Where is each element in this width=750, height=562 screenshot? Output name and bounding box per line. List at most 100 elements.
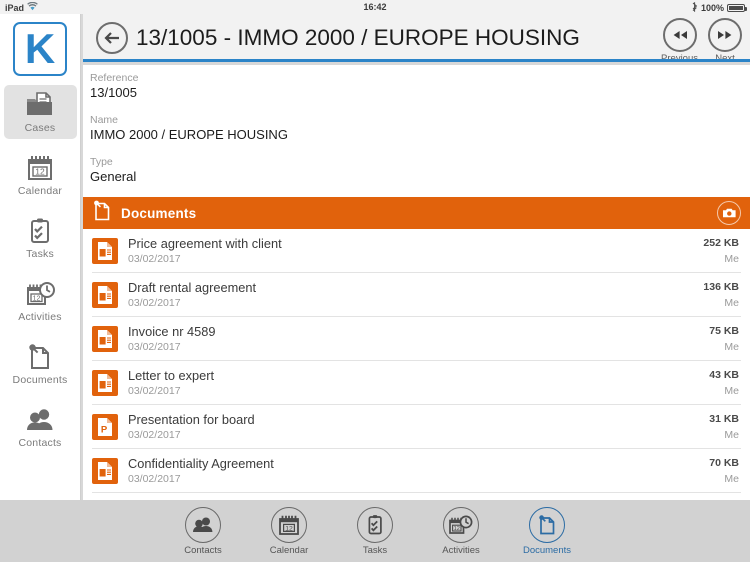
document-meta: 75 KB Me [709, 323, 741, 355]
document-title: Letter to expert [128, 367, 215, 383]
sidebar-item-label: Documents [12, 374, 68, 386]
document-title: Confidentiality Agreement [128, 455, 274, 471]
document-owner: Me [724, 384, 739, 397]
document-row[interactable]: Confidentiality Agreement 03/02/2017 70 … [92, 449, 741, 493]
document-texts: Invoice nr 4589 03/02/2017 [128, 323, 709, 355]
sidebar-item-label: Activities [18, 311, 62, 323]
camera-icon[interactable] [717, 201, 741, 225]
svg-text:12: 12 [285, 525, 293, 532]
word-document-icon [92, 236, 118, 266]
tab-label: Activities [442, 544, 480, 556]
battery-full-icon [727, 4, 747, 12]
field-value: General [90, 169, 137, 184]
field-value: IMMO 2000 / EUROPE HOUSING [90, 127, 288, 142]
clipboard-check-icon [357, 506, 393, 543]
field-type: Type General [90, 155, 750, 185]
tab-label: Documents [522, 544, 572, 556]
word-document-icon [92, 456, 118, 486]
document-owner: Me [724, 472, 739, 485]
document-meta: 31 KB Me [709, 411, 741, 443]
document-owner: Me [724, 252, 739, 265]
app-logo-wrap: K [0, 14, 80, 76]
bottom-tab-bar: Contacts 12 Calendar Tasks 12 Activities… [0, 500, 750, 562]
app-logo: K [13, 22, 67, 76]
tab-label: Calendar [269, 544, 309, 556]
people-icon [185, 506, 221, 543]
word-document-icon [92, 324, 118, 354]
left-sidebar: K Cases 12 Calendar Tasks 12 Activities … [0, 14, 81, 520]
document-row[interactable]: Letter to expert 03/02/2017 43 KB Me [92, 361, 741, 405]
nav-right-buttons: Previous Next [661, 18, 742, 64]
powerpoint-document-icon: P [92, 412, 118, 442]
tab-calendar[interactable]: 12 Calendar [259, 506, 319, 556]
document-date: 03/02/2017 [128, 340, 181, 353]
document-title: Invoice nr 4589 [128, 323, 216, 339]
document-size: 31 KB [709, 412, 739, 425]
people-icon [24, 406, 56, 434]
document-meta: 252 KB Me [703, 235, 741, 267]
document-meta: 43 KB Me [709, 367, 741, 399]
document-owner: Me [724, 340, 739, 353]
status-bar-clock: 16:42 [363, 2, 387, 12]
calendar-12-icon: 12 [24, 154, 56, 182]
document-title: Price agreement with client [128, 235, 282, 251]
arrow-left-circle-icon[interactable] [96, 22, 128, 54]
sidebar-item-calendar[interactable]: 12 Calendar [4, 148, 77, 202]
document-owner: Me [724, 296, 739, 309]
document-date: 03/02/2017 [128, 296, 181, 309]
section-title: Documents [121, 205, 197, 221]
word-document-icon [92, 368, 118, 398]
status-bar-right: 100% [692, 2, 747, 14]
previous-label: Previous [661, 53, 698, 64]
document-date: 03/02/2017 [128, 384, 181, 397]
document-row[interactable]: P Presentation for board 03/02/2017 31 K… [92, 405, 741, 449]
document-title: Presentation for board [128, 411, 255, 427]
battery-percent: 100% [700, 3, 724, 13]
document-date: 03/02/2017 [128, 428, 181, 441]
document-meta: 70 KB Me [709, 455, 741, 487]
sidebar-item-activities[interactable]: 12 Activities [4, 274, 77, 328]
tab-activities[interactable]: 12 Activities [431, 506, 491, 556]
document-pin-icon [24, 343, 56, 371]
case-detail-content: Reference 13/1005 Name IMMO 2000 / EUROP… [83, 65, 750, 562]
fast-forward-icon [708, 18, 742, 52]
field-name: Name IMMO 2000 / EUROPE HOUSING [90, 113, 750, 143]
sidebar-item-tasks[interactable]: Tasks [4, 211, 77, 265]
tab-tasks[interactable]: Tasks [345, 506, 405, 556]
document-title: Draft rental agreement [128, 279, 257, 295]
next-button[interactable]: Next [708, 18, 742, 64]
field-label: Reference [90, 72, 139, 84]
next-label: Next [715, 53, 735, 64]
field-label: Type [90, 156, 113, 168]
field-value: 13/1005 [90, 85, 137, 100]
previous-button[interactable]: Previous [661, 18, 698, 64]
app-root: iPad 16:42 100% K Cases 12 Calendar Task… [0, 0, 750, 562]
document-row[interactable]: Draft rental agreement 03/02/2017 136 KB… [92, 273, 741, 317]
svg-text:12: 12 [33, 295, 41, 302]
document-row[interactable]: Invoice nr 4589 03/02/2017 75 KB Me [92, 317, 741, 361]
document-size: 136 KB [703, 280, 739, 293]
sidebar-item-documents[interactable]: Documents [4, 337, 77, 391]
sidebar-item-cases[interactable]: Cases [3, 85, 77, 139]
navigation-bar: 13/1005 - IMMO 2000 / EUROPE HOUSING Pre… [83, 14, 750, 64]
tab-label: Contacts [184, 544, 222, 556]
page-title: 13/1005 - IMMO 2000 / EUROPE HOUSING [136, 25, 580, 50]
document-texts: Confidentiality Agreement 03/02/2017 [128, 455, 709, 487]
field-label: Name [90, 114, 119, 126]
rewind-icon [662, 18, 697, 52]
svg-text:12: 12 [35, 167, 45, 177]
document-texts: Draft rental agreement 03/02/2017 [128, 279, 703, 311]
document-texts: Presentation for board 03/02/2017 [128, 411, 709, 443]
svg-text:P: P [101, 424, 108, 435]
document-texts: Price agreement with client 03/02/2017 [128, 235, 703, 267]
document-row[interactable]: Price agreement with client 03/02/2017 2… [92, 229, 741, 273]
document-meta: 136 KB Me [703, 279, 741, 311]
document-size: 75 KB [709, 324, 739, 337]
documents-list: Price agreement with client 03/02/2017 2… [83, 229, 750, 493]
sidebar-item-contacts[interactable]: Contacts [4, 400, 77, 454]
document-date: 03/02/2017 [128, 472, 181, 485]
sidebar-item-label: Contacts [18, 437, 62, 449]
tab-contacts[interactable]: Contacts [173, 506, 233, 556]
document-size: 252 KB [703, 236, 739, 249]
tab-documents[interactable]: Documents [517, 506, 577, 556]
